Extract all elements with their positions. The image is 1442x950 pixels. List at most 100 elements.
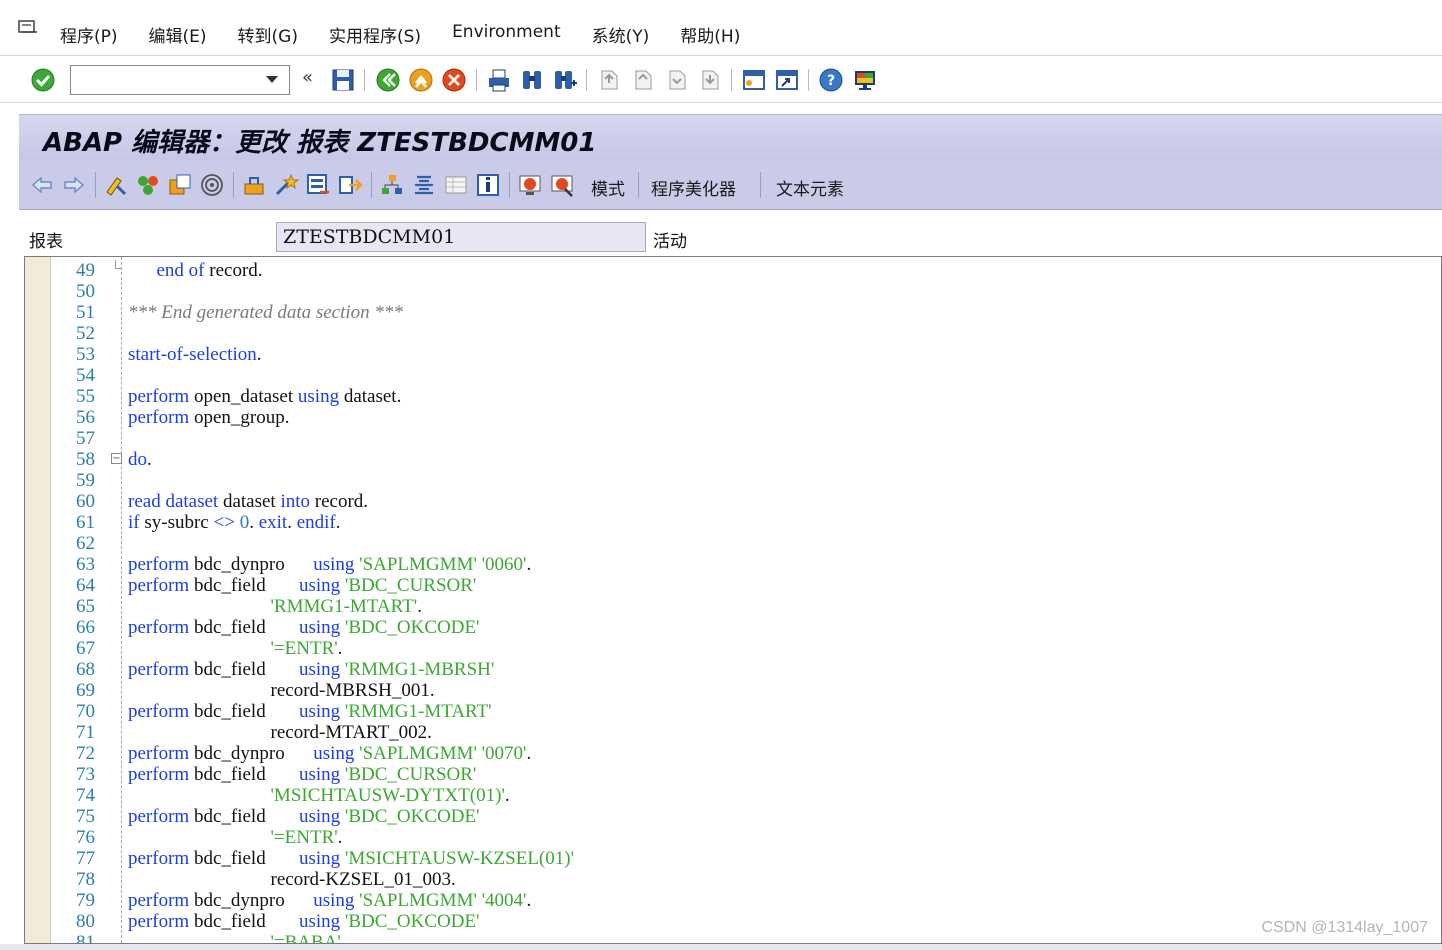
- code-line[interactable]: 58 − do.: [25, 449, 1425, 470]
- system-menu-icon[interactable]: [18, 20, 38, 36]
- pretty-printer-button[interactable]: 程序美化器: [651, 175, 736, 200]
- info-icon[interactable]: [475, 172, 501, 198]
- menu-utilities[interactable]: 实用程序(S): [329, 22, 421, 47]
- new-session-icon[interactable]: [741, 67, 767, 93]
- code-line[interactable]: 76 '=ENTR'.: [25, 827, 1425, 848]
- code-text: if sy-subrc <> 0. exit. endif.: [128, 512, 341, 533]
- code-line[interactable]: 50: [25, 281, 1425, 302]
- shortcut-icon[interactable]: [774, 67, 800, 93]
- code-line[interactable]: 79 perform bdc_dynpro using 'SAPLMGMM' '4…: [25, 890, 1425, 911]
- code-text: perform bdc_field using 'RMMG1-MBRSH': [128, 659, 495, 680]
- menu-help[interactable]: 帮助(H): [680, 22, 740, 47]
- navigation-window-icon[interactable]: [411, 172, 437, 198]
- expand-icon[interactable]: «: [302, 67, 313, 88]
- line-number: 69: [76, 680, 95, 701]
- code-line[interactable]: 66 perform bdc_field using 'BDC_OKCODE': [25, 617, 1425, 638]
- code-line[interactable]: 52: [25, 323, 1425, 344]
- print-icon[interactable]: [486, 67, 512, 93]
- direct-processing-icon[interactable]: [337, 172, 363, 198]
- forward-arrow-icon[interactable]: [61, 172, 87, 198]
- code-text: perform bdc_field using 'BDC_OKCODE': [128, 806, 480, 827]
- first-page-icon[interactable]: [596, 67, 622, 93]
- test-icon[interactable]: [305, 172, 331, 198]
- code-line[interactable]: 62: [25, 533, 1425, 554]
- code-text: record-MBRSH_001.: [128, 680, 435, 701]
- code-line[interactable]: 70 perform bdc_field using 'RMMG1-MTART': [25, 701, 1425, 722]
- code-line[interactable]: 78 record-KZSEL_01_003.: [25, 869, 1425, 890]
- back-arrow-icon[interactable]: [29, 172, 55, 198]
- code-line[interactable]: 71 record-MTART_002.: [25, 722, 1425, 743]
- text-elements-button[interactable]: 文本元素: [776, 175, 844, 200]
- line-number: 81: [76, 932, 95, 944]
- code-line[interactable]: 57: [25, 428, 1425, 449]
- other-object-icon[interactable]: [167, 172, 193, 198]
- code-text: '=ENTR'.: [270, 638, 343, 659]
- status-badge: 活动: [653, 232, 687, 252]
- breakpoint-icon[interactable]: [517, 172, 543, 198]
- code-line[interactable]: 67 '=ENTR'.: [25, 638, 1425, 659]
- line-number: 67: [76, 638, 95, 659]
- code-editor[interactable]: 49 end of record. 50 51 *** End generated d…: [24, 256, 1442, 944]
- check-icon[interactable]: [241, 172, 267, 198]
- save-icon[interactable]: [330, 67, 356, 93]
- title-bar: ABAP 编辑器：更改 报表 ZTESTBDCMM01: [19, 114, 1442, 160]
- menu-goto[interactable]: 转到(G): [238, 22, 298, 47]
- menu-bar: 程序(P) 编辑(E) 转到(G) 实用程序(S) Environment 系统(Y) 帮助…: [0, 0, 1442, 56]
- report-label: 报表: [29, 232, 63, 252]
- command-field[interactable]: [70, 65, 290, 95]
- code-line[interactable]: 63 perform bdc_dynpro using 'SAPLMGMM' '0…: [25, 554, 1425, 575]
- code-line[interactable]: 64 perform bdc_field using 'BDC_CURSOR': [25, 575, 1425, 596]
- pattern-button[interactable]: 模式: [591, 175, 625, 200]
- application-toolbar: 模式 程序美化器 文本元素: [19, 160, 1442, 210]
- code-line[interactable]: 65 'RMMG1-MTART'.: [25, 596, 1425, 617]
- code-line[interactable]: 54: [25, 365, 1425, 386]
- menu-system[interactable]: 系统(Y): [592, 22, 650, 47]
- object-list-icon[interactable]: [379, 172, 405, 198]
- code-line[interactable]: 53 start-of-selection.: [25, 344, 1425, 365]
- code-line[interactable]: 51 *** End generated data section ***: [25, 302, 1425, 323]
- display-object-list-icon[interactable]: [443, 172, 469, 198]
- code-line[interactable]: 60 read dataset dataset into record.: [25, 491, 1425, 512]
- code-line[interactable]: 77 perform bdc_field using 'MSICHTAUSW-KZ…: [25, 848, 1425, 869]
- code-line[interactable]: 75 perform bdc_field using 'BDC_OKCODE': [25, 806, 1425, 827]
- find-next-icon[interactable]: [552, 67, 578, 93]
- code-line[interactable]: 49 end of record.: [25, 260, 1425, 281]
- cancel-icon[interactable]: [441, 67, 467, 93]
- code-line[interactable]: 55 perform open_dataset using dataset.: [25, 386, 1425, 407]
- enter-icon[interactable]: [30, 67, 56, 93]
- code-line[interactable]: 80 perform bdc_field using 'BDC_OKCODE': [25, 911, 1425, 932]
- menu-environment[interactable]: Environment: [452, 22, 561, 47]
- chevron-down-icon[interactable]: [266, 76, 278, 83]
- where-used-icon[interactable]: [199, 172, 225, 198]
- code-line[interactable]: 73 perform bdc_field using 'BDC_CURSOR': [25, 764, 1425, 785]
- layout-icon[interactable]: [852, 67, 878, 93]
- exit-icon[interactable]: [408, 67, 434, 93]
- activate-icon[interactable]: [273, 172, 299, 198]
- line-number: 64: [76, 575, 95, 596]
- help-icon[interactable]: ?: [818, 67, 844, 93]
- next-page-icon[interactable]: [664, 67, 690, 93]
- line-number: 79: [76, 890, 95, 911]
- collapse-block-icon[interactable]: −: [111, 453, 122, 464]
- find-icon[interactable]: [519, 67, 545, 93]
- code-line[interactable]: 69 record-MBRSH_001.: [25, 680, 1425, 701]
- code-line[interactable]: 68 perform bdc_field using 'RMMG1-MBRSH': [25, 659, 1425, 680]
- back-icon[interactable]: [375, 67, 401, 93]
- report-name-field: ZTESTBDCMM01: [276, 222, 646, 252]
- code-line[interactable]: 56 perform open_group.: [25, 407, 1425, 428]
- code-line[interactable]: 72 perform bdc_dynpro using 'SAPLMGMM' '0…: [25, 743, 1425, 764]
- previous-page-icon[interactable]: [630, 67, 656, 93]
- line-number: 65: [76, 596, 95, 617]
- menu-program[interactable]: 程序(P): [60, 22, 118, 47]
- display-change-icon[interactable]: [103, 172, 129, 198]
- line-number: 53: [76, 344, 95, 365]
- last-page-icon[interactable]: [697, 67, 723, 93]
- external-breakpoint-icon[interactable]: [549, 172, 575, 198]
- code-line[interactable]: 81 '=BABA'.: [25, 932, 1425, 944]
- code-line[interactable]: 59: [25, 470, 1425, 491]
- line-number: 75: [76, 806, 95, 827]
- code-line[interactable]: 74 'MSICHTAUSW-DYTXT(01)'.: [25, 785, 1425, 806]
- menu-edit[interactable]: 编辑(E): [149, 22, 207, 47]
- code-line[interactable]: 61 if sy-subrc <> 0. exit. endif.: [25, 512, 1425, 533]
- active-inactive-icon[interactable]: [135, 172, 161, 198]
